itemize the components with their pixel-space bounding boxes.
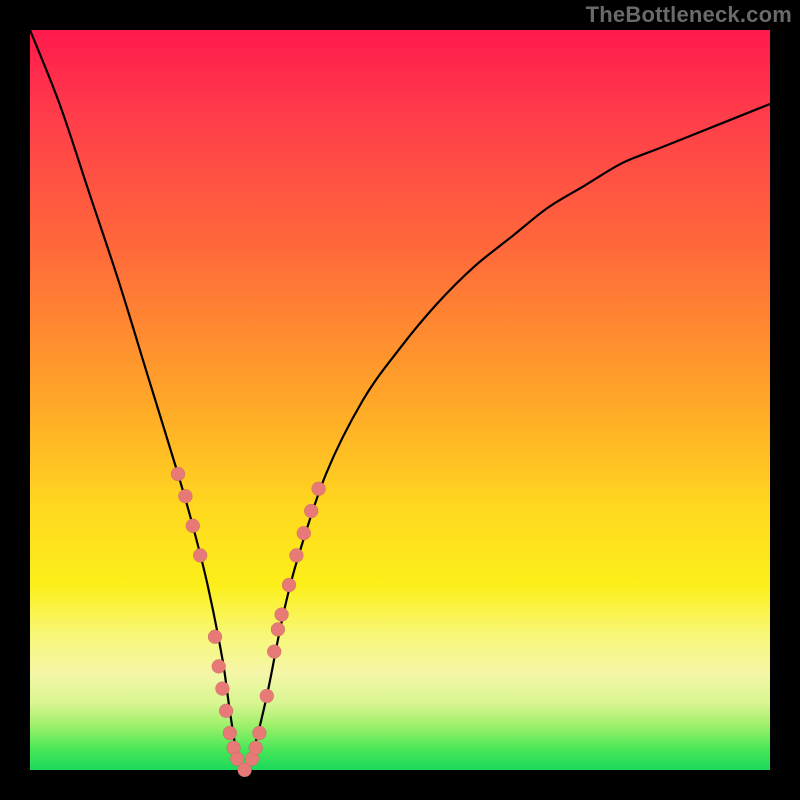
marker-point (289, 548, 303, 562)
marker-point (282, 578, 296, 592)
marker-point (219, 704, 233, 718)
chart-frame: TheBottleneck.com (0, 0, 800, 800)
marker-point (271, 622, 285, 636)
marker-point (186, 519, 200, 533)
marker-point (178, 489, 192, 503)
marker-point (275, 608, 289, 622)
marker-point (212, 659, 226, 673)
marker-point (215, 682, 229, 696)
marker-point (260, 689, 274, 703)
marker-point (193, 548, 207, 562)
marker-point (171, 467, 185, 481)
marker-point (304, 504, 318, 518)
marker-point (223, 726, 237, 740)
curve-svg (30, 30, 770, 770)
watermark-text: TheBottleneck.com (586, 2, 792, 28)
marker-point (267, 645, 281, 659)
marker-point (252, 726, 266, 740)
marker-group (171, 467, 326, 777)
bottleneck-curve (30, 30, 770, 770)
marker-point (208, 630, 222, 644)
plot-area (30, 30, 770, 770)
marker-point (297, 526, 311, 540)
marker-point (249, 741, 263, 755)
marker-point (312, 482, 326, 496)
